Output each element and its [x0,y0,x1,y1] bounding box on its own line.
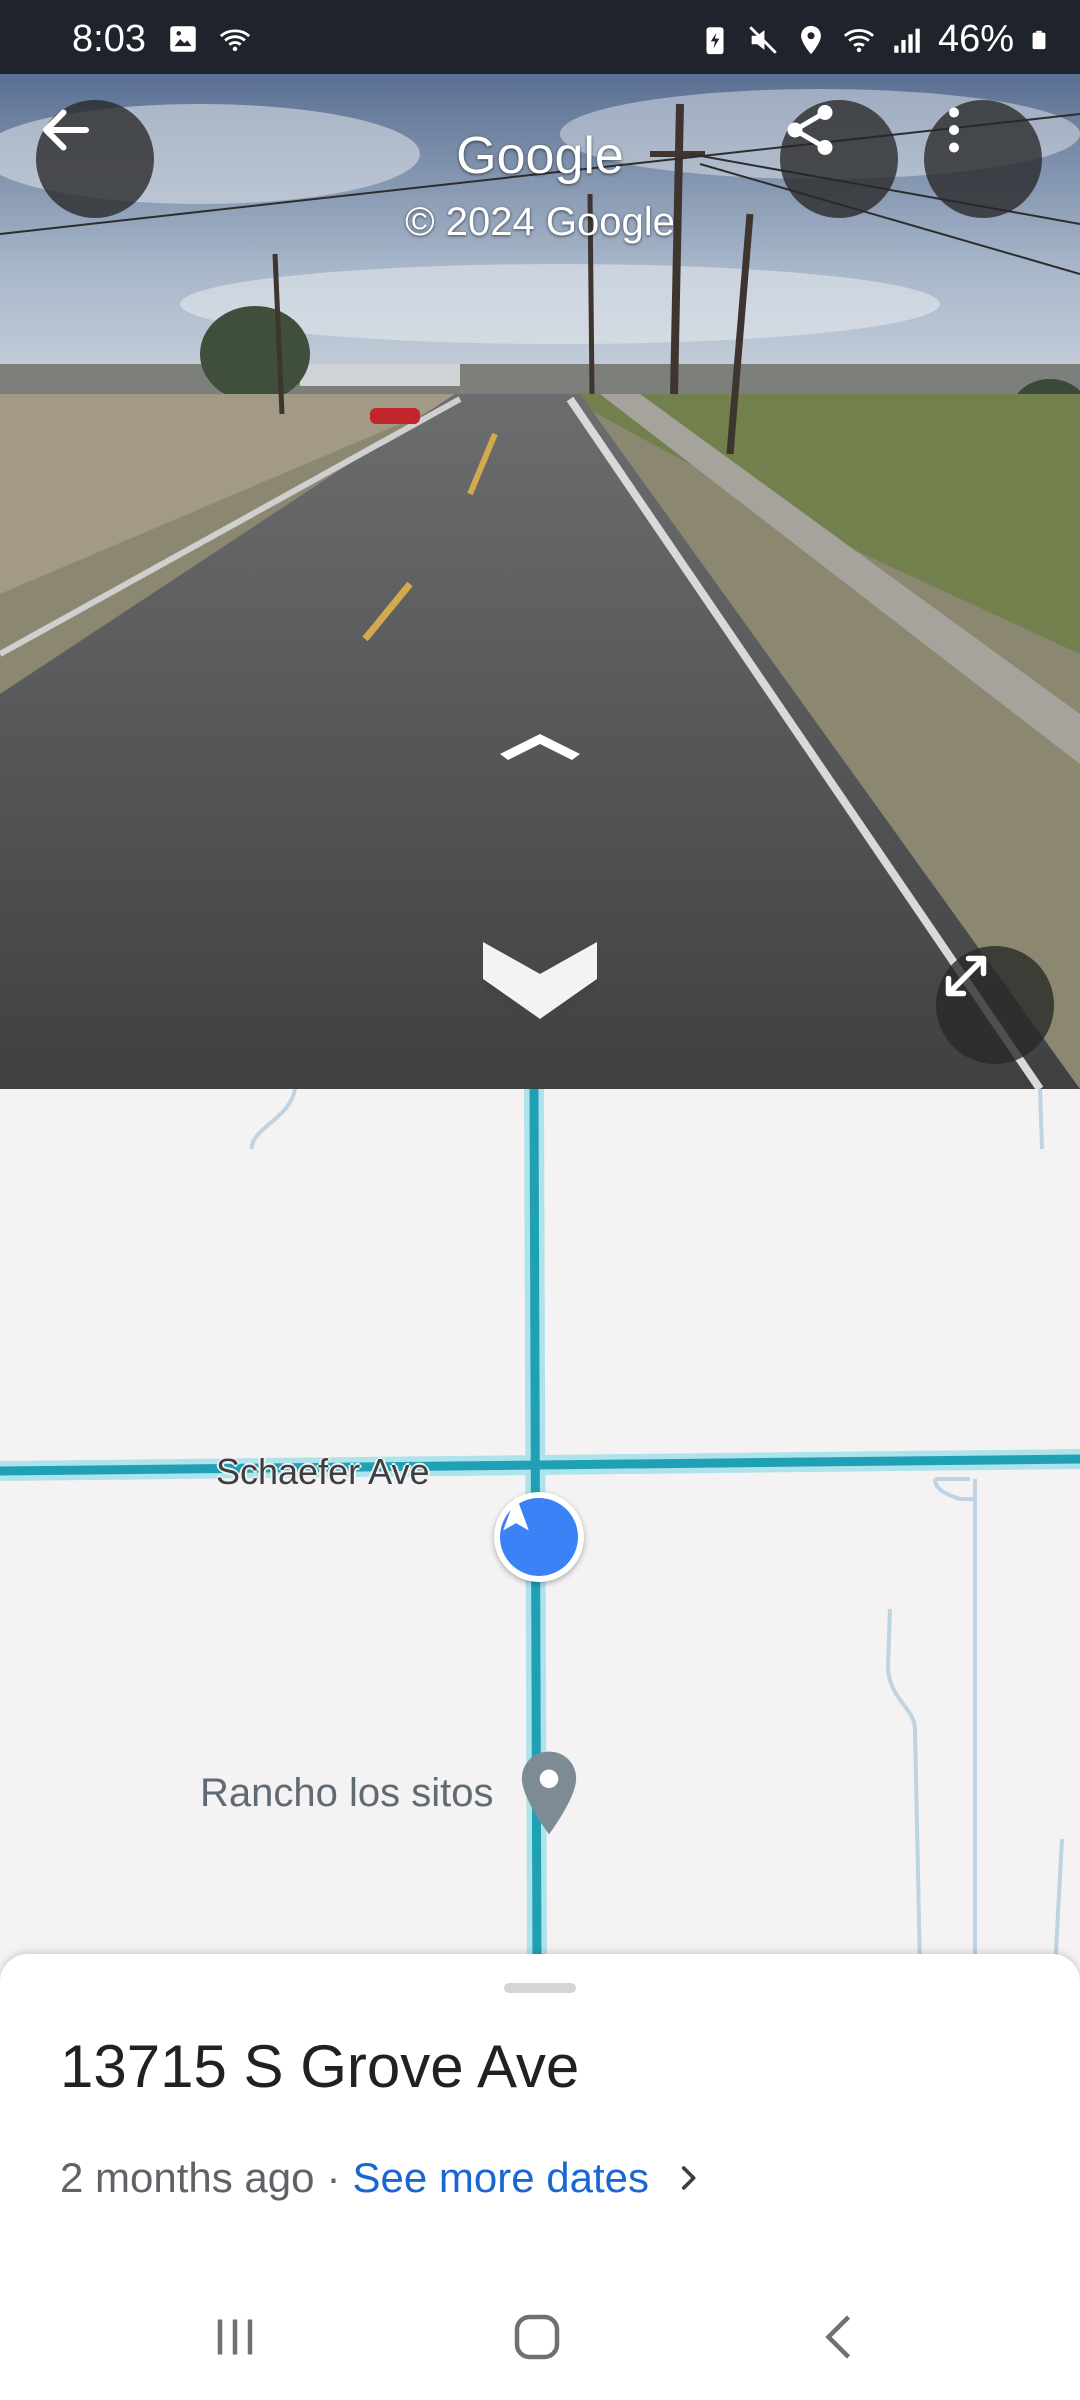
chevron-right-icon[interactable] [671,2161,705,2195]
share-icon [787,105,833,155]
address-title: 13715 S Grove Ave [60,2033,580,2100]
place-pin-icon[interactable] [518,1751,580,1835]
battery-saver-icon [706,26,724,54]
imagery-date-row: 2 months ago · See more dates [60,2154,705,2202]
gallery-icon [170,26,196,52]
street-label: Schaefer Ave [216,1451,430,1492]
street-view-panorama[interactable]: Google © 2024 Google [0,74,1080,1089]
separator-dot: · [326,2154,341,2201]
expand-icon [945,955,987,997]
see-more-dates-link[interactable]: See more dates [353,2154,650,2202]
recents-button[interactable] [190,2302,280,2372]
map-view[interactable]: Schaefer Ave Rancho los sitos [0,1089,1080,1969]
battery-icon [1032,30,1046,49]
copyright-text: © 2024 Google [405,200,675,244]
street-view-position-marker[interactable] [494,1492,584,1582]
signal-icon [894,28,920,53]
place-bottom-sheet[interactable]: 13715 S Grove Ave 2 months ago · See mor… [0,1954,1080,2274]
back-button[interactable] [36,100,154,218]
wifi-icon [843,28,875,52]
back-nav-button[interactable] [796,2302,886,2372]
sheet-drag-handle[interactable] [504,1983,576,1993]
status-bar: 8:03 46% [0,0,1080,74]
navigation-arrow-icon [503,1495,529,1531]
mute-icon [749,25,777,54]
watermark-brand: Google [456,127,624,185]
share-button[interactable] [780,100,898,218]
recents-icon [217,2319,253,2355]
place-label[interactable]: Rancho los sitos [200,1771,493,1816]
fullscreen-button[interactable] [936,946,1054,1064]
home-icon [514,2314,560,2360]
wifi-direct-icon [219,29,251,52]
clock: 8:03 [72,18,146,60]
system-navigation-bar [0,2274,1080,2400]
back-icon [825,2315,851,2359]
back-arrow-icon [43,109,89,151]
more-vert-icon [949,107,959,153]
battery-percent: 46% [937,18,1014,60]
imagery-age: 2 months ago [60,2154,315,2201]
location-icon [801,25,821,54]
home-button[interactable] [492,2302,582,2372]
more-options-button[interactable] [924,100,1042,218]
